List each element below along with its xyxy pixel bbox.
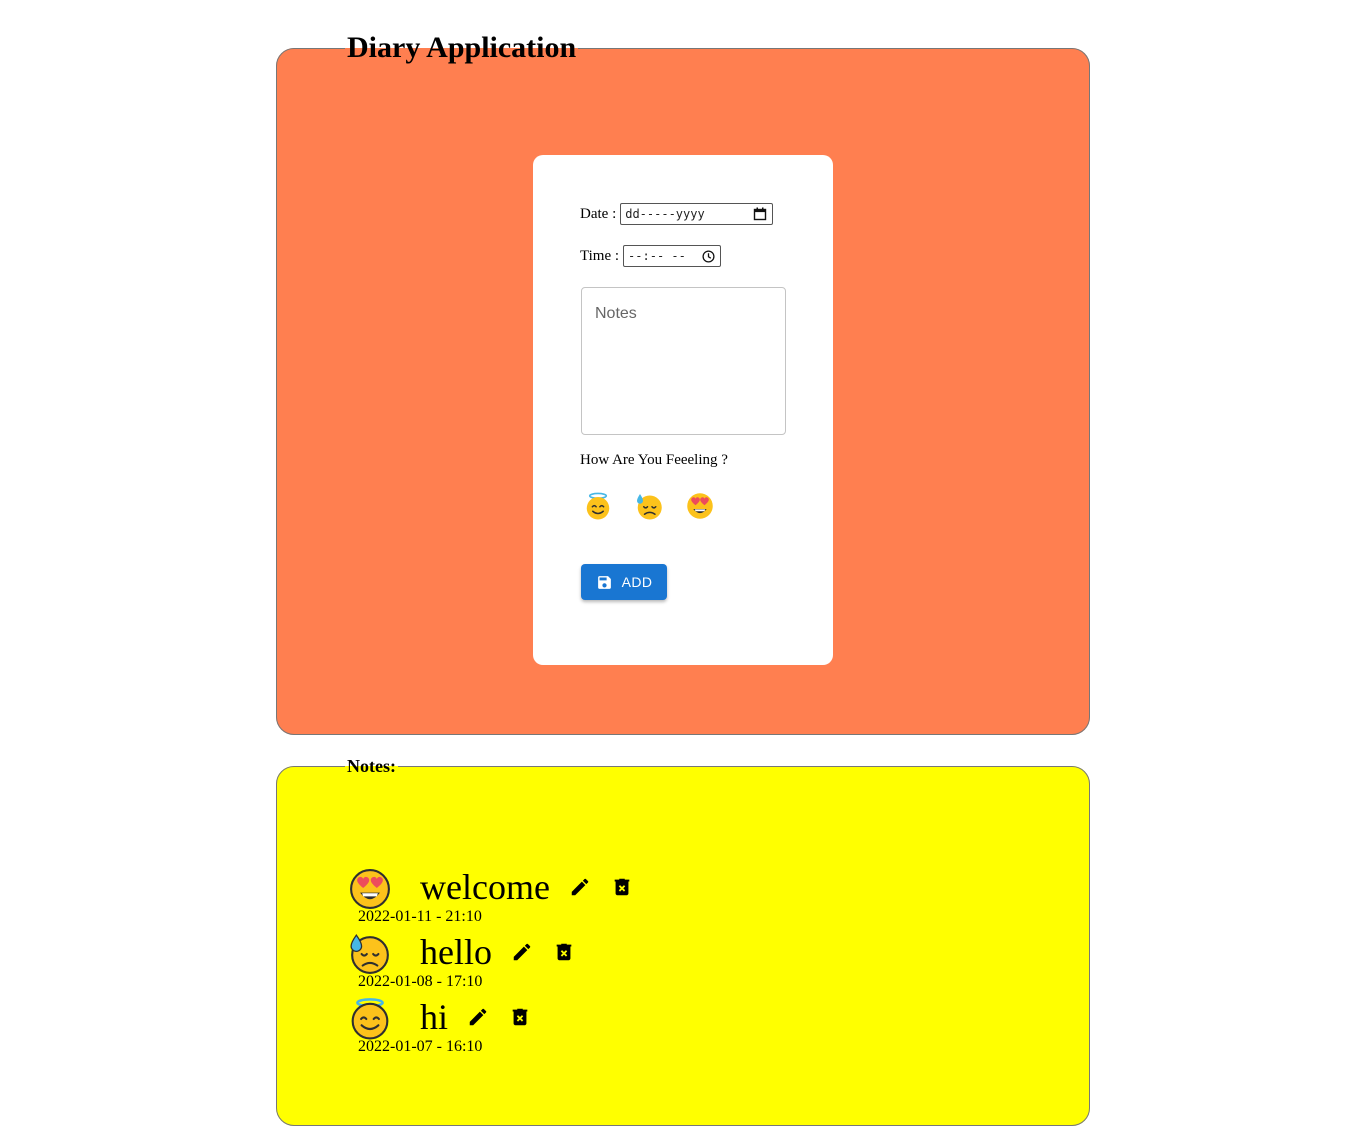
delete-icon[interactable] [611,876,633,898]
note-row: welcome [420,863,653,911]
delete-icon[interactable] [553,941,575,963]
clock-icon[interactable] [702,249,715,263]
delete-icon[interactable] [509,1006,531,1028]
add-button[interactable]: ADD [581,564,667,600]
notes-textarea[interactable]: Notes [581,287,786,435]
save-icon [596,574,613,591]
time-input[interactable]: --:-- -- [623,245,722,267]
note-text: hello [420,932,492,972]
notes-panel: Notes: [276,756,1090,1126]
note-text: welcome [420,867,550,907]
downcast-face-with-sweat-icon [349,933,391,975]
notes-title: Notes: [347,756,396,776]
note-row: hello [420,928,595,976]
smiling-face-with-halo-icon[interactable] [583,491,613,521]
notes-placeholder: Notes [595,305,637,322]
note-timestamp: 2022-01-07 - 16:10 [358,1038,483,1055]
add-button-label: ADD [621,574,653,590]
downcast-face-with-sweat-icon[interactable] [634,491,664,521]
feeling-label: How Are You Feeeling ? [580,452,728,468]
smiling-face-with-heart-eyes-icon[interactable] [685,491,715,521]
time-label: Time : [580,247,620,264]
time-placeholder: --:-- -- [628,249,686,263]
date-placeholder: dd-----yyyy [625,207,705,221]
calendar-icon[interactable] [753,207,767,221]
note-timestamp: 2022-01-08 - 17:10 [358,973,483,990]
mood-picker [583,491,715,521]
edit-icon[interactable] [511,941,533,963]
note-text: hi [420,997,449,1037]
edit-icon[interactable] [569,876,591,898]
note-row: hi [420,993,551,1041]
smiling-face-with-heart-eyes-icon [349,868,391,910]
date-row: Date : dd-----yyyy [580,203,774,225]
app-title: Diary Application [347,31,577,64]
date-input[interactable]: dd-----yyyy [620,203,774,225]
entry-form-card: Date : dd-----yyyy Time : --:-- -- Notes… [533,155,833,665]
smiling-face-with-halo-icon [349,998,391,1040]
note-timestamp: 2022-01-11 - 21:10 [358,908,482,925]
date-label: Date : [580,205,617,222]
edit-icon[interactable] [467,1006,489,1028]
time-row: Time : --:-- -- [580,245,722,267]
